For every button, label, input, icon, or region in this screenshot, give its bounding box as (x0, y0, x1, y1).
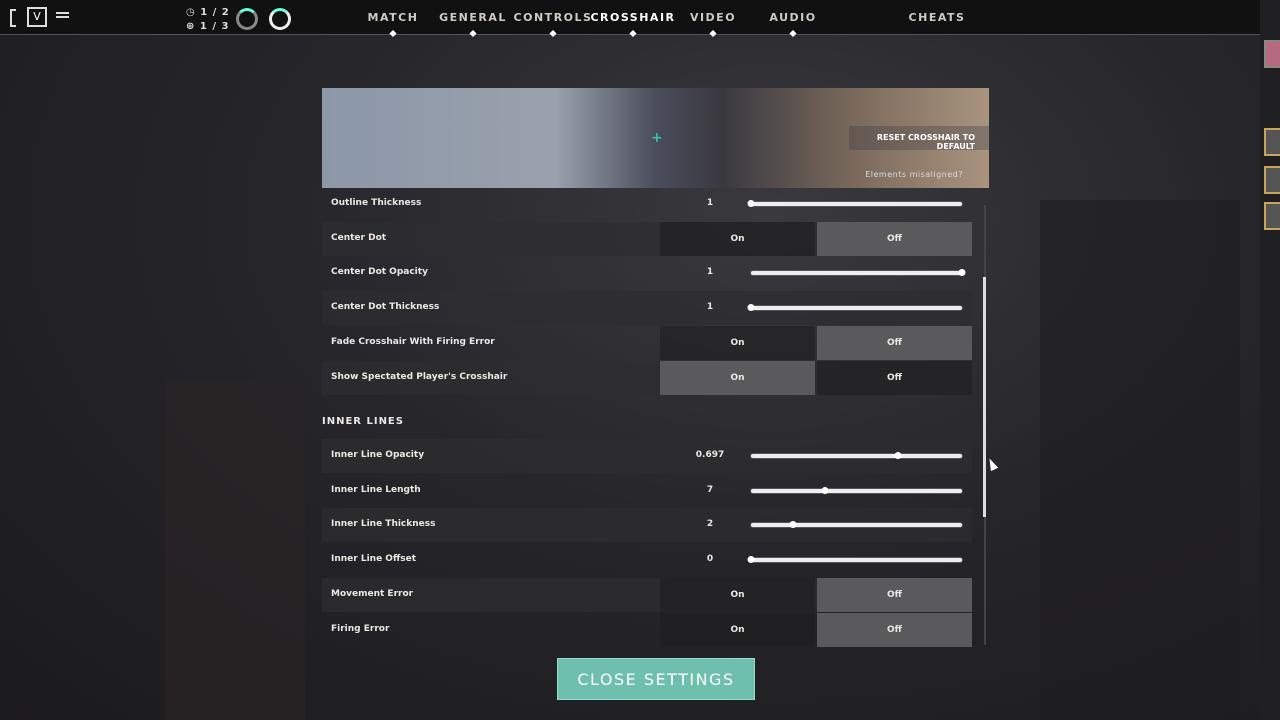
tab-audio[interactable]: AUDIO (769, 11, 816, 24)
bracket-icon (10, 9, 16, 27)
setting-slider[interactable] (751, 269, 966, 277)
slider-thumb[interactable] (747, 200, 755, 207)
setting-row-inner-line-offset: Inner Line Offset 0 (322, 543, 972, 577)
setting-label: Center Dot (331, 232, 387, 243)
toggle-on[interactable]: On (660, 612, 815, 647)
setting-value-input[interactable]: 1 (680, 302, 740, 312)
social-panel (1260, 0, 1280, 720)
level-icon[interactable] (269, 8, 291, 30)
toggle-on[interactable]: On (660, 577, 815, 612)
setting-row-firing-error: Firing Error On Off (322, 612, 972, 647)
setting-row-center-dot: Center Dot On Off (322, 221, 972, 256)
counter-clock: ◷ 1 / 2 (186, 7, 230, 18)
setting-slider[interactable] (751, 486, 962, 494)
slider-thumb[interactable] (747, 556, 755, 564)
setting-value-input[interactable]: 0 (680, 554, 740, 564)
tab-controls[interactable]: CONTROLS (514, 11, 593, 24)
section-header-inner-lines: INNER LINES (322, 416, 404, 427)
elements-misaligned-link[interactable]: Elements misaligned? (865, 170, 963, 179)
counter-value: 1 / 3 (199, 21, 230, 32)
setting-value-input[interactable]: 7 (680, 485, 740, 495)
tab-indicator (789, 29, 797, 38)
background-scenery (165, 380, 305, 720)
setting-value-input[interactable]: 0.697 (680, 450, 740, 460)
scrollbar-thumb[interactable] (983, 277, 986, 517)
player-avatar[interactable] (1264, 40, 1280, 68)
friend-avatar[interactable] (1264, 128, 1280, 156)
friend-avatar[interactable] (1264, 166, 1280, 194)
counter-value: 1 / 2 (200, 7, 230, 18)
rank-icon[interactable] (236, 8, 258, 30)
setting-slider[interactable] (747, 304, 962, 312)
toggle-on[interactable]: On (660, 221, 815, 256)
toggle-off[interactable]: Off (817, 360, 972, 395)
crosshair-preview: + RESET CROSSHAIR TO DEFAULT Elements mi… (322, 88, 989, 188)
setting-row-movement-error: Movement Error On Off (322, 577, 972, 612)
counter-plus: ⊕ 1 / 3 (186, 21, 230, 32)
setting-label: Inner Line Thickness (331, 519, 436, 530)
toggle-on[interactable]: On (660, 325, 815, 360)
toggle-on[interactable]: On (660, 360, 815, 395)
setting-label: Fade Crosshair With Firing Error (331, 336, 495, 347)
toggle-off[interactable]: Off (817, 325, 972, 360)
setting-row-center-dot-opacity: Center Dot Opacity 1 (322, 256, 972, 290)
tab-indicator (469, 29, 477, 38)
setting-label: Show Spectated Player's Crosshair (331, 371, 508, 382)
setting-label: Firing Error (331, 623, 390, 634)
close-settings-button[interactable]: CLOSE SETTINGS (557, 658, 755, 700)
setting-value-input[interactable]: 1 (680, 267, 740, 277)
toggle-off[interactable]: Off (817, 221, 972, 256)
top-bar: V ◷ 1 / 2 ⊕ 1 / 3 MATCH GENERAL CONTROLS CR… (0, 0, 1260, 38)
setting-slider[interactable] (747, 556, 962, 564)
toggle-off[interactable]: Off (817, 612, 972, 647)
slider-thumb[interactable] (958, 269, 966, 277)
setting-label: Center Dot Opacity (331, 267, 428, 278)
setting-row-inner-line-length: Inner Line Length 7 (322, 474, 972, 508)
tab-video[interactable]: VIDEO (690, 11, 736, 24)
tab-indicator (389, 29, 397, 38)
mouse-cursor-icon (985, 456, 999, 472)
tab-general[interactable]: GENERAL (439, 11, 507, 24)
tab-indicator (629, 29, 637, 38)
setting-slider[interactable] (751, 521, 962, 529)
slider-thumb[interactable] (894, 452, 902, 459)
setting-row-center-dot-thickness: Center Dot Thickness 1 (322, 291, 972, 326)
tab-indicator (549, 29, 557, 38)
valorant-logo-icon[interactable]: V (27, 7, 47, 27)
setting-label: Inner Line Offset (331, 554, 417, 565)
setting-label: Inner Line Opacity (331, 450, 425, 460)
crosshair-icon: + (651, 130, 663, 146)
setting-slider[interactable] (747, 200, 962, 207)
friend-avatar[interactable] (1264, 202, 1280, 230)
tab-crosshair[interactable]: CROSSHAIR (590, 11, 675, 24)
tab-cheats[interactable]: CHEATS (909, 11, 966, 24)
background-scenery (1040, 200, 1240, 720)
setting-row-outline-thickness: Outline Thickness 1 (322, 187, 972, 221)
tab-indicator (709, 29, 717, 38)
setting-row-inner-line-thickness: Inner Line Thickness 2 (322, 508, 972, 543)
setting-label: Movement Error (331, 588, 414, 599)
setting-label: Center Dot Thickness (331, 302, 440, 313)
toggle-off[interactable]: Off (817, 577, 972, 612)
reset-crosshair-button[interactable]: RESET CROSSHAIR TO DEFAULT (849, 126, 989, 151)
setting-value-input[interactable]: 1 (680, 198, 740, 208)
setting-row-inner-line-opacity: Inner Line Opacity 0.697 (322, 439, 972, 473)
tab-match[interactable]: MATCH (368, 11, 419, 24)
slider-thumb[interactable] (821, 486, 829, 494)
scrollbar[interactable] (983, 205, 986, 645)
slider-thumb[interactable] (747, 304, 755, 312)
setting-row-fade-crosshair-with-firing-error: Fade Crosshair With Firing Error On Off (322, 325, 972, 360)
setting-slider[interactable] (751, 452, 962, 459)
setting-label: Outline Thickness (331, 198, 422, 208)
setting-value-input[interactable]: 2 (680, 519, 740, 529)
slider-thumb[interactable] (789, 521, 797, 529)
setting-label: Inner Line Length (331, 484, 421, 495)
menu-icon[interactable] (56, 12, 69, 14)
setting-row-show-spectated-player-s-crosshair: Show Spectated Player's Crosshair On Off (322, 360, 972, 395)
